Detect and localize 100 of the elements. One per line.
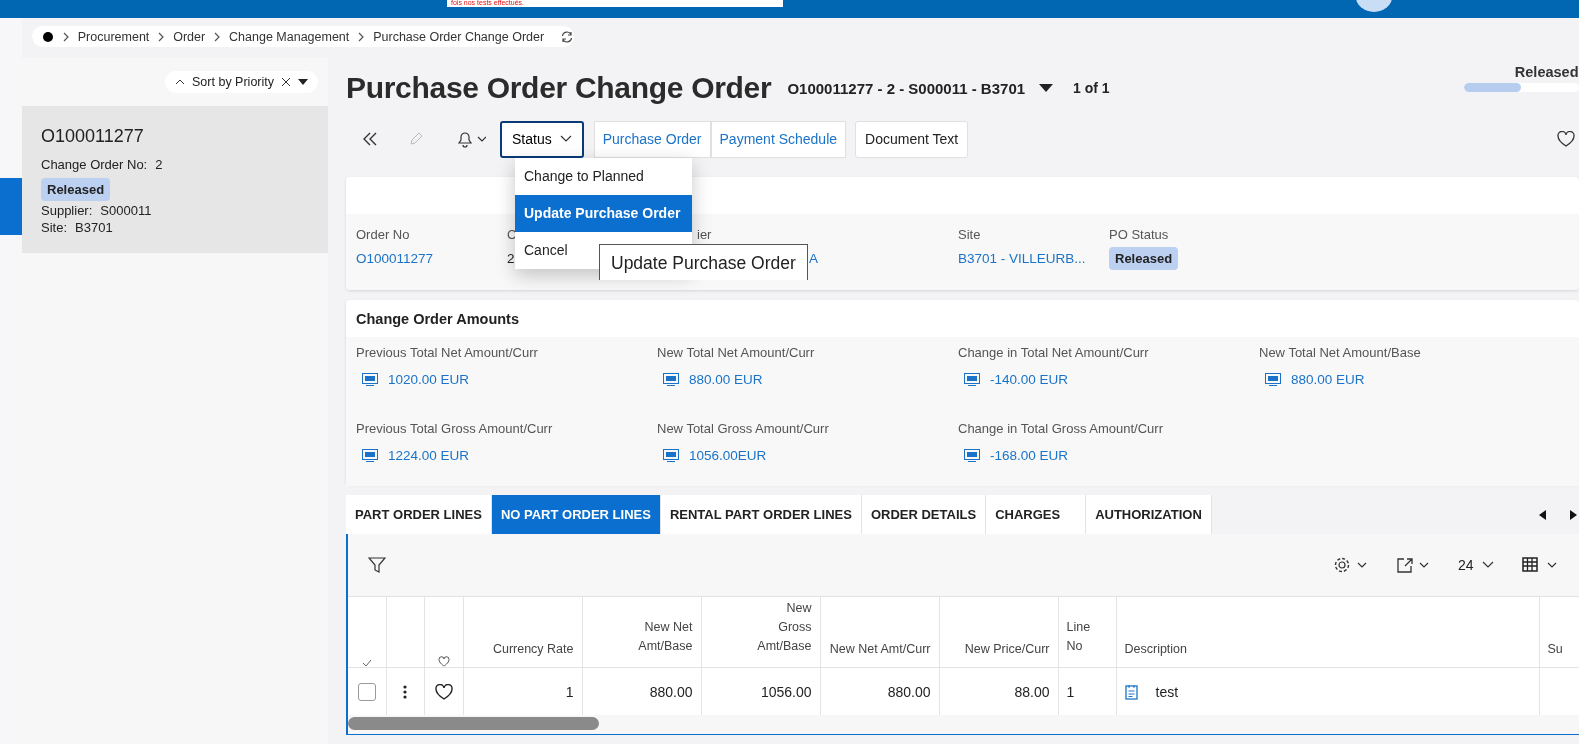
collapse-icon[interactable] xyxy=(362,132,378,146)
monitor-icon xyxy=(362,373,378,386)
table-cell: 1 xyxy=(1066,683,1075,700)
field-label: C xyxy=(507,227,517,242)
note-icon[interactable] xyxy=(1124,683,1138,700)
amount-link[interactable]: 880.00 EUR xyxy=(1291,372,1365,387)
field-label: New Total Net Amount/Curr xyxy=(657,345,816,360)
amount-link[interactable]: 880.00 EUR xyxy=(689,372,763,387)
sort-chip[interactable]: Sort by Priority xyxy=(165,71,318,93)
column-header[interactable]: New Net Amt/Curr xyxy=(829,642,931,656)
field-label: Supplier: xyxy=(41,203,93,218)
status-dropdown[interactable]: Status xyxy=(500,120,584,158)
breadcrumb-link[interactable]: Order xyxy=(173,29,206,44)
column-header[interactable]: Currency Rate xyxy=(492,642,574,656)
amount-link[interactable]: -140.00 EUR xyxy=(990,372,1069,387)
table-icon[interactable] xyxy=(1521,556,1558,574)
table-cell: 88.00 xyxy=(1014,683,1050,700)
amount-link[interactable]: 1056.00EUR xyxy=(689,447,767,463)
scrollbar-thumb[interactable] xyxy=(348,717,599,730)
page-title: Purchase Order Change Order xyxy=(346,71,772,105)
field-label: Site: xyxy=(41,220,67,235)
menu-item[interactable]: Update Purchase Order xyxy=(515,195,692,232)
refresh-icon[interactable] xyxy=(560,29,574,44)
field-label: Order No xyxy=(356,227,410,242)
document-text-button[interactable]: Document Text xyxy=(855,120,969,158)
amount-link[interactable]: 1020.00 EUR xyxy=(388,372,470,387)
export-icon[interactable] xyxy=(1395,556,1430,574)
heart-icon[interactable] xyxy=(1556,131,1575,147)
record-title: O100011277 xyxy=(41,126,145,147)
amount-link[interactable]: -168.00 EUR xyxy=(990,447,1069,463)
monitor-icon xyxy=(1265,373,1281,386)
monitor-icon xyxy=(964,448,980,462)
column-header[interactable]: Description xyxy=(1124,642,1188,656)
tab[interactable]: ORDER DETAILS xyxy=(861,495,987,534)
tooltip: Update Purchase Order xyxy=(599,244,808,280)
filter-icon[interactable] xyxy=(368,556,386,574)
table-cell: test xyxy=(1155,683,1179,700)
tab[interactable]: PART ORDER LINES xyxy=(346,495,492,534)
breadcrumb-link[interactable]: Purchase Order Change Order xyxy=(373,29,545,44)
caret-icon xyxy=(175,78,186,86)
panel-title: Change Order Amounts xyxy=(355,310,520,329)
monitor-icon xyxy=(663,448,679,462)
caret-icon xyxy=(1481,561,1494,569)
field-label: Previous Total Gross Amount/Curr xyxy=(356,420,554,436)
gear-icon[interactable] xyxy=(1333,556,1368,574)
table-cell: 1056.00 xyxy=(760,683,812,700)
tab[interactable]: NO PART ORDER LINES xyxy=(491,495,661,534)
record-selector[interactable]: O100011277 - 2 - S000011 - B3701 xyxy=(787,79,1026,97)
field-value: S000011 xyxy=(100,203,152,218)
monitor-icon xyxy=(362,448,378,462)
tab[interactable]: CHARGES xyxy=(986,495,1087,534)
field-label: ier xyxy=(696,227,712,242)
pager-text: 1 of 1 xyxy=(1073,80,1110,96)
caret-icon[interactable] xyxy=(1039,84,1054,92)
table-cell: 880.00 xyxy=(649,683,693,700)
column-header[interactable]: New Gross Amt/Base xyxy=(751,599,812,656)
field-label: PO Status xyxy=(1109,227,1169,242)
amount-link[interactable]: 1224.00 EUR xyxy=(388,447,470,463)
monitor-icon xyxy=(964,373,980,386)
caret-icon[interactable] xyxy=(298,79,308,85)
column-header[interactable]: Line No xyxy=(1066,618,1097,656)
status-label: Released xyxy=(1514,64,1579,80)
tab[interactable]: RENTAL PART ORDER LINES xyxy=(660,495,862,534)
column-header[interactable]: New Price/Curr xyxy=(964,642,1050,656)
page-size-selector[interactable]: 24 xyxy=(1457,557,1494,573)
field-link[interactable]: B3701 - VILLEURB... xyxy=(958,251,1086,266)
column-header[interactable]: New Net Amt/Base xyxy=(632,618,693,656)
link-button[interactable]: Purchase Order xyxy=(593,120,711,158)
field-label: New Total Gross Amount/Curr xyxy=(657,420,830,436)
field-label: Site xyxy=(958,227,981,242)
scroll-right-icon[interactable] xyxy=(1568,509,1577,520)
status-badge: Released xyxy=(1109,247,1179,270)
breadcrumb-link[interactable]: Change Management xyxy=(229,29,350,44)
row-checkbox[interactable] xyxy=(357,682,376,701)
heart-icon[interactable] xyxy=(434,683,453,700)
sort-label: Sort by Priority xyxy=(192,75,274,89)
more-icon[interactable] xyxy=(403,684,408,699)
field-link[interactable]: O100011277 xyxy=(356,251,434,266)
link-button[interactable]: Payment Schedule xyxy=(710,120,847,158)
caret-icon xyxy=(559,135,572,143)
breadcrumb-link[interactable]: Procurement xyxy=(77,29,150,44)
tab[interactable]: AUTHORIZATION xyxy=(1086,495,1212,534)
field-label: Change Order No: xyxy=(41,157,148,172)
field-value: 2 xyxy=(155,157,163,172)
check-icon xyxy=(361,659,372,667)
field-value: B3701 xyxy=(75,220,113,235)
field-value: 2 xyxy=(507,251,515,266)
table-cell: 880.00 xyxy=(887,683,931,700)
field-label: Change in Total Gross Amount/Curr xyxy=(958,420,1164,436)
menu-item[interactable]: Change to Planned xyxy=(515,158,692,195)
bell-icon[interactable] xyxy=(456,130,486,148)
status-badge: Released xyxy=(41,178,111,201)
heart-icon xyxy=(437,656,450,667)
column-header[interactable]: Su xyxy=(1547,642,1563,656)
close-icon[interactable] xyxy=(281,77,291,87)
scroll-left-icon[interactable] xyxy=(1538,509,1547,520)
record-card[interactable]: O100011277 Change Order No: 2 Released Supplier: S000011 Site: B3701 xyxy=(22,106,328,253)
monitor-icon xyxy=(663,373,679,386)
field-label: New Total Net Amount/Base xyxy=(1259,345,1422,360)
home-icon[interactable] xyxy=(42,30,54,43)
